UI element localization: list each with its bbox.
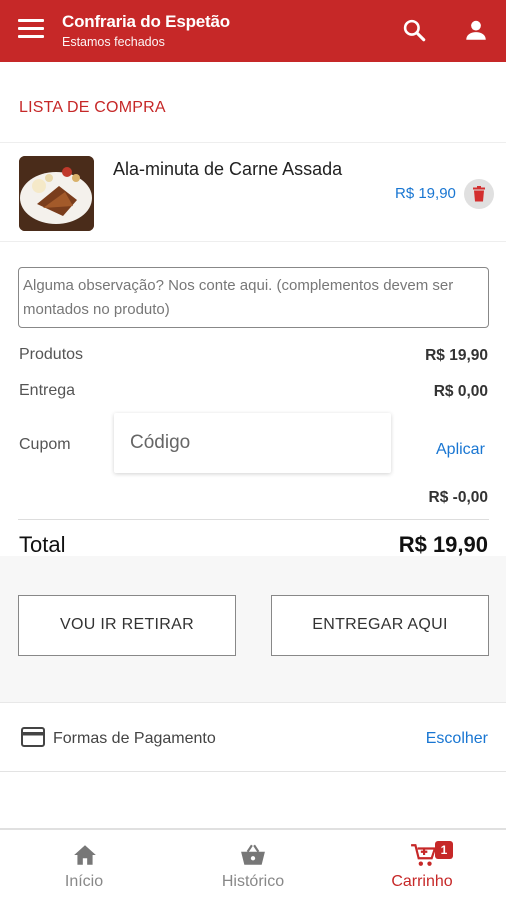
observation-field[interactable]: Alguma observação? Nos conte aqui. (comp…	[18, 267, 489, 328]
choose-payment-link[interactable]: Escolher	[426, 730, 488, 748]
cart-count-badge: 1	[435, 841, 453, 859]
nav-cart-label: Carrinho	[391, 873, 453, 890]
delete-item-button[interactable]	[464, 179, 494, 209]
store-title: Confraria do Espetão	[62, 12, 230, 31]
coupon-label: Cupom	[19, 436, 71, 453]
delivery-label: Entrega	[19, 382, 76, 399]
payment-methods-row[interactable]: Formas de Pagamento Escolher	[0, 702, 506, 772]
product-image	[19, 156, 94, 231]
coupon-input[interactable]: Código	[114, 413, 391, 473]
delivery-value: R$ 0,00	[433, 383, 488, 400]
menu-icon[interactable]	[18, 19, 44, 41]
credit-card-icon	[21, 727, 45, 747]
cart-icon	[411, 844, 436, 866]
pickup-button[interactable]: VOU IR RETIRAR	[18, 595, 236, 656]
apply-coupon-link[interactable]: Aplicar	[436, 441, 485, 459]
products-value: R$ 19,90	[425, 347, 488, 364]
shopping-list-title: LISTA DE COMPRA	[19, 99, 166, 116]
payment-methods-label: Formas de Pagamento	[53, 730, 216, 747]
product-price: R$ 19,90	[395, 185, 456, 202]
home-icon	[74, 845, 96, 865]
product-name: Ala-minuta de Carne Assada	[113, 159, 343, 179]
nav-cart[interactable]: 1 Carrinho	[338, 830, 506, 900]
nav-home[interactable]: Início	[0, 830, 168, 900]
products-label: Produtos	[19, 346, 84, 363]
person-icon[interactable]	[463, 17, 489, 43]
discount-value: R$ -0,00	[428, 489, 488, 506]
store-status: Estamos fechados	[62, 35, 165, 49]
nav-history[interactable]: Histórico	[169, 830, 337, 900]
app-bar: Confraria do Espetão Estamos fechados	[0, 0, 506, 62]
search-icon[interactable]	[401, 17, 427, 43]
total-value: R$ 19,90	[398, 532, 488, 557]
total-label: Total	[19, 532, 66, 557]
basket-icon	[241, 844, 265, 865]
bottom-navigation: Início Histórico 1 Carrinho	[0, 828, 506, 900]
summary-divider	[18, 519, 489, 520]
cart-item: Ala-minuta de Carne Assada R$ 19,90	[0, 142, 506, 242]
trash-icon	[473, 186, 485, 202]
nav-home-label: Início	[64, 873, 104, 890]
coupon-placeholder: Código	[130, 432, 191, 453]
nav-history-label: Histórico	[221, 873, 285, 890]
deliver-here-button[interactable]: ENTREGAR AQUI	[271, 595, 489, 656]
